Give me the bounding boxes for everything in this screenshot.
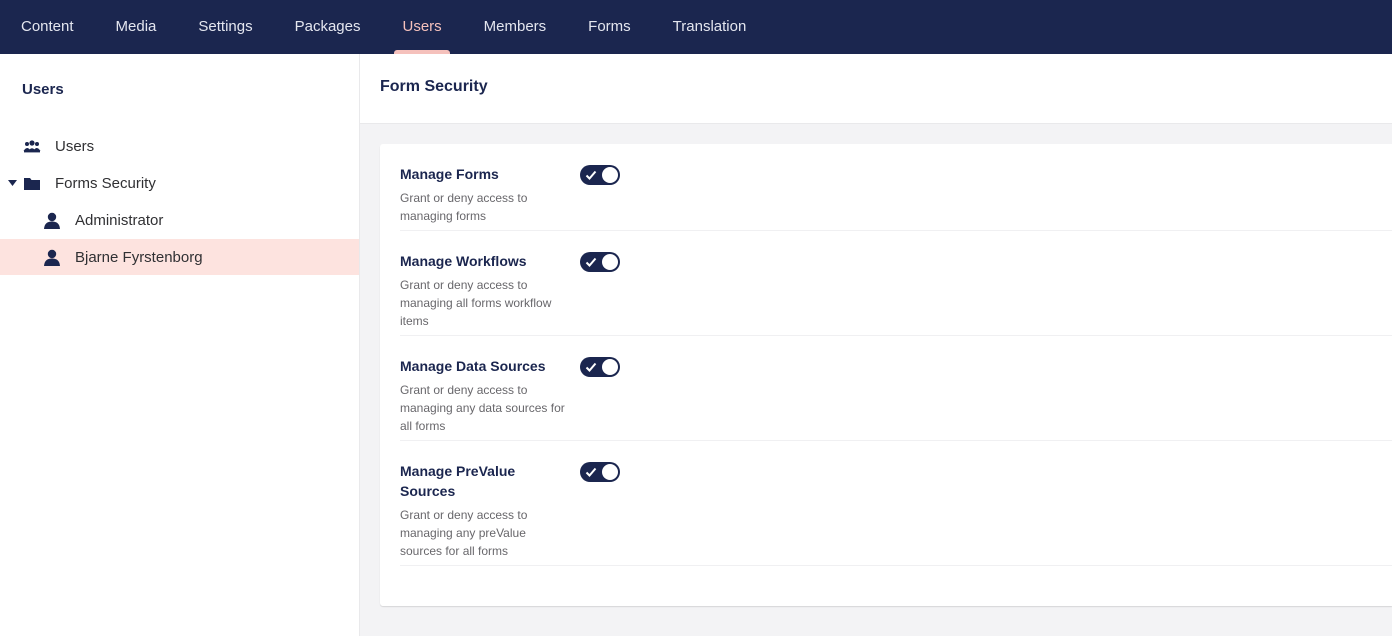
top-navigation: Content Media Settings Packages Users Me… bbox=[0, 0, 1392, 54]
permission-row-manage-forms: Manage Forms Grant or deny access to man… bbox=[400, 164, 1392, 231]
permission-label: Manage PreValue Sources bbox=[400, 463, 516, 499]
toggle-knob bbox=[602, 167, 618, 183]
permission-row-manage-prevalue-sources: Manage PreValue Sources Grant or deny ac… bbox=[400, 461, 1392, 566]
tree-item-bjarne-fyrstenborg[interactable]: Bjarne Fyrstenborg bbox=[0, 239, 359, 275]
permissions-panel: Manage Forms Grant or deny access to man… bbox=[380, 144, 1392, 606]
permission-description: Grant or deny access to managing any pre… bbox=[400, 508, 528, 558]
check-icon bbox=[585, 467, 597, 477]
tree-item-label: Administrator bbox=[75, 211, 164, 229]
permission-label: Manage Data Sources bbox=[400, 358, 546, 374]
permission-description: Grant or deny access to managing all for… bbox=[400, 278, 552, 328]
topnav-media[interactable]: Media bbox=[95, 0, 178, 52]
user-icon bbox=[42, 247, 62, 267]
permission-row-manage-workflows: Manage Workflows Grant or deny access to… bbox=[400, 251, 1392, 336]
caret-down-icon[interactable] bbox=[7, 178, 17, 188]
page-title: Form Security bbox=[380, 78, 488, 95]
user-icon bbox=[42, 210, 62, 230]
editor-header: Form Security bbox=[360, 54, 1392, 124]
permission-description: Grant or deny access to managing any dat… bbox=[400, 383, 565, 433]
sidebar: Users Users Forms Security Administrator… bbox=[0, 54, 360, 636]
permission-description: Grant or deny access to managing forms bbox=[400, 191, 528, 223]
tree-item-forms-security[interactable]: Forms Security bbox=[0, 165, 359, 201]
topnav-users[interactable]: Users bbox=[381, 0, 462, 54]
topnav-packages[interactable]: Packages bbox=[274, 0, 382, 52]
manage-workflows-toggle[interactable] bbox=[580, 252, 620, 272]
tree-item-administrator[interactable]: Administrator bbox=[0, 202, 359, 238]
check-icon bbox=[585, 257, 597, 267]
check-icon bbox=[585, 362, 597, 372]
toggle-knob bbox=[602, 464, 618, 480]
topnav-translation[interactable]: Translation bbox=[652, 0, 768, 52]
users-icon bbox=[22, 136, 42, 156]
manage-data-sources-toggle[interactable] bbox=[580, 357, 620, 377]
permission-label: Manage Forms bbox=[400, 166, 499, 182]
tree-item-label: Bjarne Fyrstenborg bbox=[75, 248, 203, 266]
tree-item-users[interactable]: Users bbox=[0, 128, 359, 164]
folder-icon bbox=[22, 173, 42, 193]
manage-prevalue-sources-toggle[interactable] bbox=[580, 462, 620, 482]
topnav-settings[interactable]: Settings bbox=[177, 0, 273, 52]
toggle-knob bbox=[602, 254, 618, 270]
tree-item-label: Users bbox=[55, 137, 95, 155]
tree-item-label: Forms Security bbox=[55, 174, 156, 192]
topnav-members[interactable]: Members bbox=[463, 0, 568, 52]
permission-label: Manage Workflows bbox=[400, 253, 527, 269]
permission-row-manage-data-sources: Manage Data Sources Grant or deny access… bbox=[400, 356, 1392, 441]
topnav-content[interactable]: Content bbox=[0, 0, 95, 52]
check-icon bbox=[585, 170, 597, 180]
topnav-forms[interactable]: Forms bbox=[567, 0, 652, 52]
sidebar-title: Users bbox=[22, 81, 64, 98]
toggle-knob bbox=[602, 359, 618, 375]
manage-forms-toggle[interactable] bbox=[580, 165, 620, 185]
